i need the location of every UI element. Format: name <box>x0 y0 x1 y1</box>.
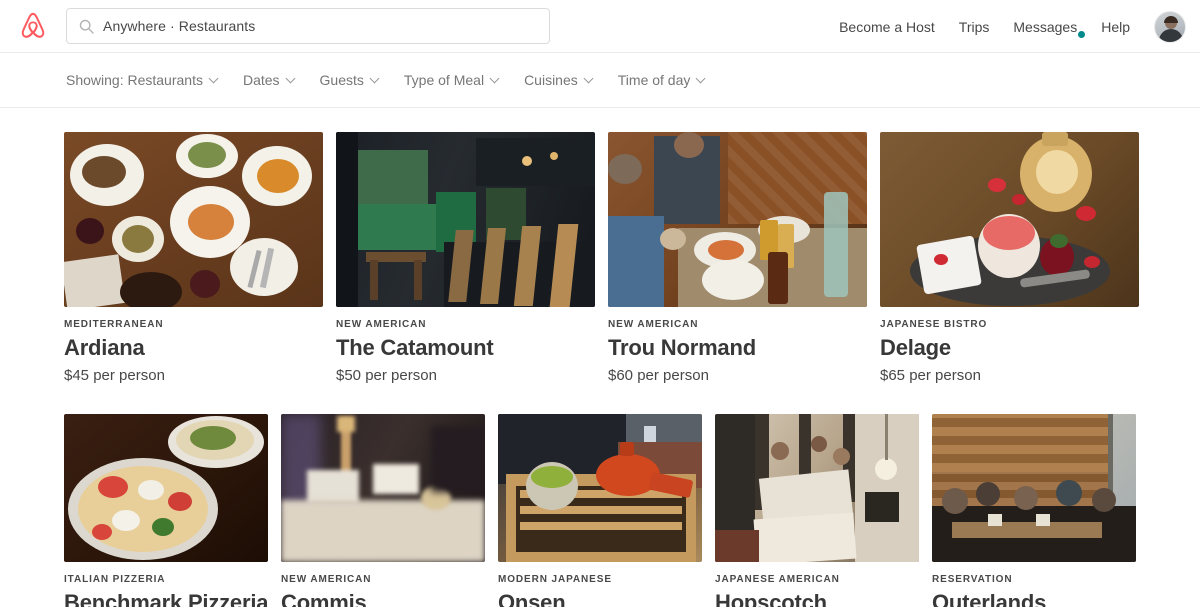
restaurant-info: JAPANESE AMERICAN Hopscotch <box>715 562 919 607</box>
restaurant-card[interactable]: JAPANESE AMERICAN Hopscotch <box>715 413 919 607</box>
restaurant-card[interactable]: JAPANESE BISTRO Delage $65 per person <box>880 132 1139 384</box>
search-value: Anywhere · Restaurants <box>103 18 256 34</box>
restaurant-price: $50 per person <box>336 366 437 384</box>
airbnb-belo-logo[interactable] <box>15 7 51 45</box>
nav-help[interactable]: Help <box>1089 19 1142 35</box>
filter-time-of-day[interactable]: Time of day <box>617 72 706 88</box>
restaurant-category: JAPANESE BISTRO <box>880 319 988 330</box>
restaurant-card[interactable]: MODERN JAPANESE Onsen <box>498 413 702 607</box>
restaurant-card[interactable]: ITALIAN PIZZERIA Benchmark Pizzeria <box>64 413 268 607</box>
restaurant-info: NEW AMERICAN The Catamount $50 per perso… <box>336 307 595 384</box>
restaurant-price: $45 per person <box>64 366 165 384</box>
restaurant-photo <box>608 132 867 307</box>
filter-label: Time of day <box>617 72 691 88</box>
chevron-down-icon <box>208 73 219 83</box>
nav-messages[interactable]: Messages <box>1001 18 1089 38</box>
restaurant-card[interactable]: MEDITERRANEAN Ardiana $45 per person <box>64 132 323 384</box>
restaurant-photo <box>64 132 323 307</box>
filter-guests[interactable]: Guests <box>319 72 380 88</box>
restaurant-row-2: ITALIAN PIZZERIA Benchmark Pizzeria NEW … <box>0 413 1200 607</box>
nav-label: Trips <box>958 18 990 35</box>
restaurant-title: Onsen <box>498 589 566 607</box>
filter-cuisines[interactable]: Cuisines <box>524 72 594 88</box>
restaurant-title: Hopscotch <box>715 589 827 607</box>
chevron-down-icon <box>583 73 594 83</box>
site-header: Anywhere · Restaurants Become a Host Tri… <box>0 0 1200 53</box>
restaurant-title: Outerlands <box>932 589 1047 607</box>
restaurant-title: Trou Normand <box>608 335 756 360</box>
chevron-down-icon <box>695 73 706 83</box>
header-nav: Become a Host Trips Messages Help <box>827 0 1186 53</box>
restaurant-category: RESERVATION <box>932 573 1013 585</box>
chevron-down-icon <box>369 73 380 83</box>
restaurant-photo <box>498 413 702 562</box>
restaurant-title: The Catamount <box>336 335 494 360</box>
search-icon <box>79 19 94 34</box>
restaurant-photo <box>932 413 1136 562</box>
restaurant-row-1: MEDITERRANEAN Ardiana $45 per person NEW… <box>0 132 1200 384</box>
avatar[interactable] <box>1154 10 1186 43</box>
filter-showing[interactable]: Showing: Restaurants <box>66 72 219 88</box>
restaurant-title: Benchmark Pizzeria <box>64 589 269 607</box>
chevron-down-icon <box>489 73 500 83</box>
nav-label: Messages <box>1013 18 1078 35</box>
restaurant-title: Commis <box>281 589 367 607</box>
filter-dates[interactable]: Dates <box>242 72 295 88</box>
restaurant-category: NEW AMERICAN <box>336 319 427 330</box>
restaurant-photo <box>880 132 1139 307</box>
restaurant-info: JAPANESE BISTRO Delage $65 per person <box>880 307 1139 384</box>
filter-bar: Showing: Restaurants Dates Guests Type o… <box>0 53 1200 108</box>
restaurant-info: RESERVATION Outerlands <box>932 562 1136 607</box>
notification-dot-icon <box>1078 30 1086 38</box>
restaurant-card[interactable]: NEW AMERICAN Trou Normand $60 per person <box>608 132 867 384</box>
filter-label: Cuisines <box>524 72 578 88</box>
search-input[interactable]: Anywhere · Restaurants <box>66 8 550 44</box>
chevron-down-icon <box>285 73 295 83</box>
nav-label: Help <box>1101 18 1130 35</box>
filter-label: Guests <box>319 72 364 88</box>
restaurant-info: NEW AMERICAN Trou Normand $60 per person <box>608 307 867 384</box>
restaurant-category: NEW AMERICAN <box>281 573 372 585</box>
restaurant-title: Ardiana <box>64 335 145 360</box>
restaurant-info: ITALIAN PIZZERIA Benchmark Pizzeria <box>64 562 268 607</box>
restaurant-photo <box>281 413 485 562</box>
restaurant-category: ITALIAN PIZZERIA <box>64 573 166 585</box>
restaurant-card[interactable]: NEW AMERICAN Commis <box>281 413 485 607</box>
restaurant-card[interactable]: NEW AMERICAN The Catamount $50 per perso… <box>336 132 595 384</box>
filter-label: Showing: Restaurants <box>66 72 203 88</box>
restaurant-photo <box>336 132 595 307</box>
nav-become-a-host[interactable]: Become a Host <box>827 19 947 35</box>
restaurant-info: MODERN JAPANESE Onsen <box>498 562 702 607</box>
restaurant-photo <box>64 413 268 562</box>
restaurant-title: Delage <box>880 335 951 360</box>
restaurant-price: $65 per person <box>880 366 981 384</box>
restaurant-category: MODERN JAPANESE <box>498 573 612 585</box>
filter-type-of-meal[interactable]: Type of Meal <box>403 72 500 88</box>
restaurant-info: MEDITERRANEAN Ardiana $45 per person <box>64 307 323 384</box>
restaurant-price: $60 per person <box>608 366 709 384</box>
restaurant-info: NEW AMERICAN Commis <box>281 562 485 607</box>
nav-trips[interactable]: Trips <box>947 19 1002 35</box>
restaurant-category: JAPANESE AMERICAN <box>715 573 840 585</box>
restaurant-category: NEW AMERICAN <box>608 319 699 330</box>
restaurant-results: MEDITERRANEAN Ardiana $45 per person NEW… <box>0 132 1200 607</box>
filter-label: Dates <box>242 72 280 88</box>
filter-label: Type of Meal <box>403 72 485 88</box>
restaurant-photo <box>715 413 919 562</box>
restaurant-card[interactable]: RESERVATION Outerlands <box>932 413 1136 607</box>
nav-label: Become a Host <box>839 18 935 35</box>
restaurant-category: MEDITERRANEAN <box>64 319 164 330</box>
